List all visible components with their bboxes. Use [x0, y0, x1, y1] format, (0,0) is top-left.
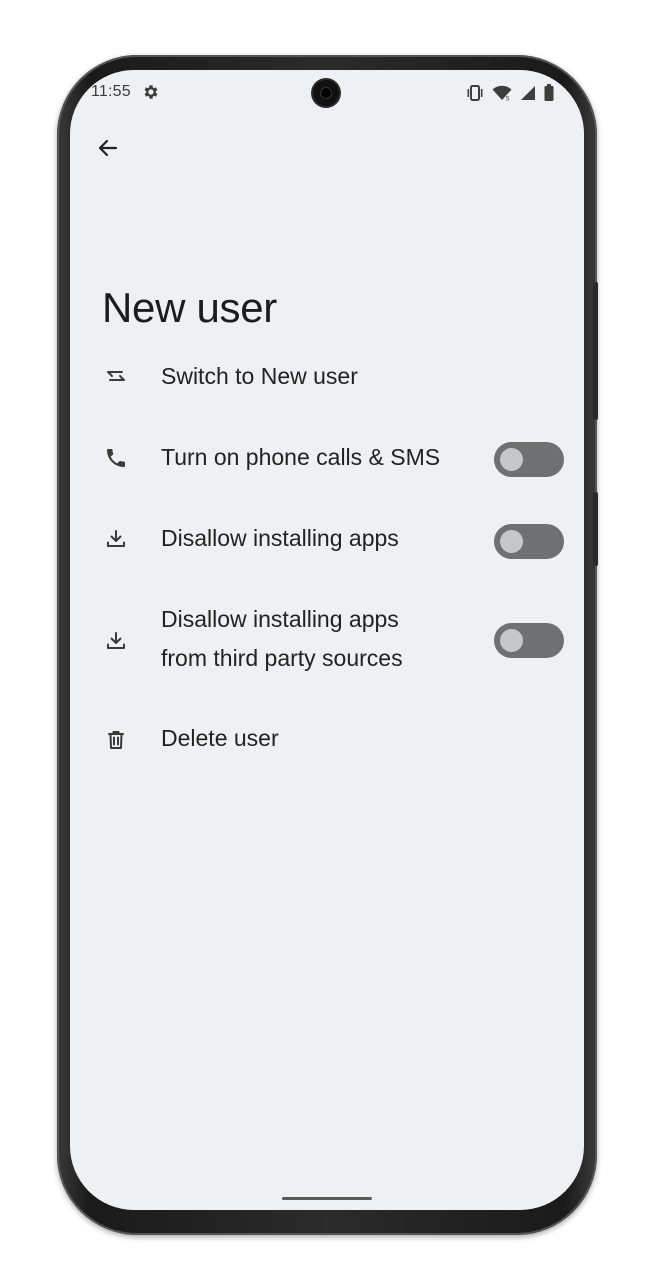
- toggle-knob: [500, 448, 523, 471]
- toggle-knob: [500, 629, 523, 652]
- disallow-third-party-item[interactable]: Disallow installing apps from third part…: [70, 600, 584, 678]
- status-time: 11:55: [91, 83, 131, 100]
- phone-calls-sms-item[interactable]: Turn on phone calls & SMS: [70, 438, 584, 478]
- arrow-back-icon: [96, 136, 120, 165]
- phone-calls-sms-label: Turn on phone calls & SMS: [161, 444, 441, 470]
- svg-text:S: S: [506, 96, 510, 101]
- status-icons: S: [466, 84, 554, 101]
- phone-calls-sms-toggle[interactable]: [494, 442, 564, 477]
- disallow-installing-apps-label: Disallow installing apps: [161, 525, 399, 551]
- switch-user-label: Switch to New user: [161, 363, 358, 389]
- delete-user-label: Delete user: [161, 725, 279, 751]
- disallow-third-party-toggle[interactable]: [494, 623, 564, 658]
- screen: 11:55 S New user Switch to New user Turn…: [70, 70, 584, 1210]
- back-button[interactable]: [90, 132, 126, 168]
- volume-button: [593, 492, 598, 566]
- disallow-third-party-label-line1: Disallow installing apps: [161, 606, 399, 632]
- disallow-third-party-label-line2: from third party sources: [161, 645, 403, 671]
- disallow-installing-apps-toggle[interactable]: [494, 524, 564, 559]
- switch-user-item[interactable]: Switch to New user: [70, 357, 584, 397]
- battery-icon: [544, 84, 554, 101]
- download-icon: [102, 525, 130, 553]
- vibrate-icon: [466, 84, 484, 101]
- page: 11:55 S New user Switch to New user Turn…: [0, 0, 654, 1280]
- phone-icon: [102, 444, 130, 472]
- trash-icon: [102, 726, 130, 754]
- download-icon: [102, 627, 130, 655]
- wifi-icon: S: [492, 85, 512, 101]
- swap-icon: [102, 363, 130, 391]
- delete-user-item[interactable]: Delete user: [70, 719, 584, 759]
- power-button: [593, 282, 598, 420]
- disallow-installing-apps-item[interactable]: Disallow installing apps: [70, 519, 584, 559]
- page-title: New user: [102, 284, 277, 332]
- status-bar: 11:55 S: [70, 70, 584, 116]
- front-camera: [313, 80, 339, 106]
- toggle-knob: [500, 530, 523, 553]
- signal-icon: [520, 85, 536, 101]
- home-indicator[interactable]: [282, 1197, 372, 1200]
- settings-icon: [142, 83, 160, 101]
